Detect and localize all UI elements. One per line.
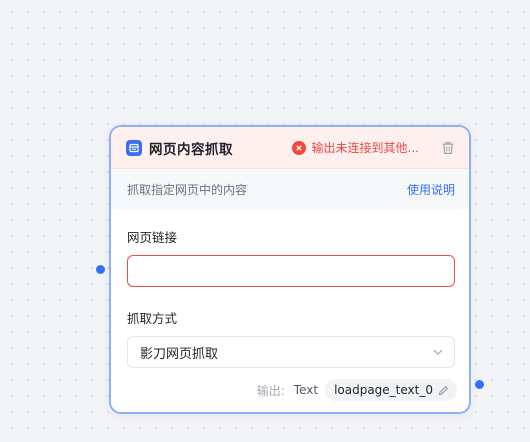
usage-guide-link[interactable]: 使用说明 bbox=[407, 181, 455, 198]
pencil-icon[interactable] bbox=[438, 385, 449, 396]
output-label: 输出: bbox=[256, 383, 285, 398]
url-label: 网页链接 bbox=[127, 230, 178, 245]
method-label: 抓取方式 bbox=[127, 311, 178, 326]
output-variable-name: loadpage_text_0 bbox=[334, 383, 433, 397]
output-port[interactable] bbox=[475, 380, 484, 389]
node-body: 网页链接 抓取方式 影刀网页抓取 bbox=[111, 229, 469, 368]
description-row: 抓取指定网页中的内容 使用说明 bbox=[111, 169, 469, 209]
method-select[interactable]: 影刀网页抓取 bbox=[127, 336, 455, 368]
method-select-value: 影刀网页抓取 bbox=[140, 346, 219, 362]
url-input[interactable] bbox=[127, 255, 455, 287]
node-description: 抓取指定网页中的内容 bbox=[127, 182, 248, 197]
node-title: 网页内容抓取 bbox=[149, 141, 233, 158]
error-text: 输出未连接到其他... bbox=[311, 141, 419, 155]
browser-icon bbox=[126, 139, 142, 156]
error-message: 输出未连接到其他... bbox=[291, 139, 419, 156]
web-scrape-node[interactable]: 网页内容抓取 输出未连接到其他... 抓取指定网页中的内容 使用说明 网页链接 … bbox=[109, 125, 471, 414]
trash-icon[interactable] bbox=[441, 141, 455, 155]
chevron-down-icon bbox=[432, 346, 444, 358]
output-type: Text bbox=[293, 383, 319, 397]
input-port[interactable] bbox=[96, 265, 105, 274]
node-header: 网页内容抓取 输出未连接到其他... bbox=[111, 127, 469, 169]
output-row: 输出: Text loadpage_text_0 bbox=[257, 379, 457, 401]
error-close-icon bbox=[291, 140, 306, 155]
output-variable-chip[interactable]: loadpage_text_0 bbox=[325, 379, 457, 401]
